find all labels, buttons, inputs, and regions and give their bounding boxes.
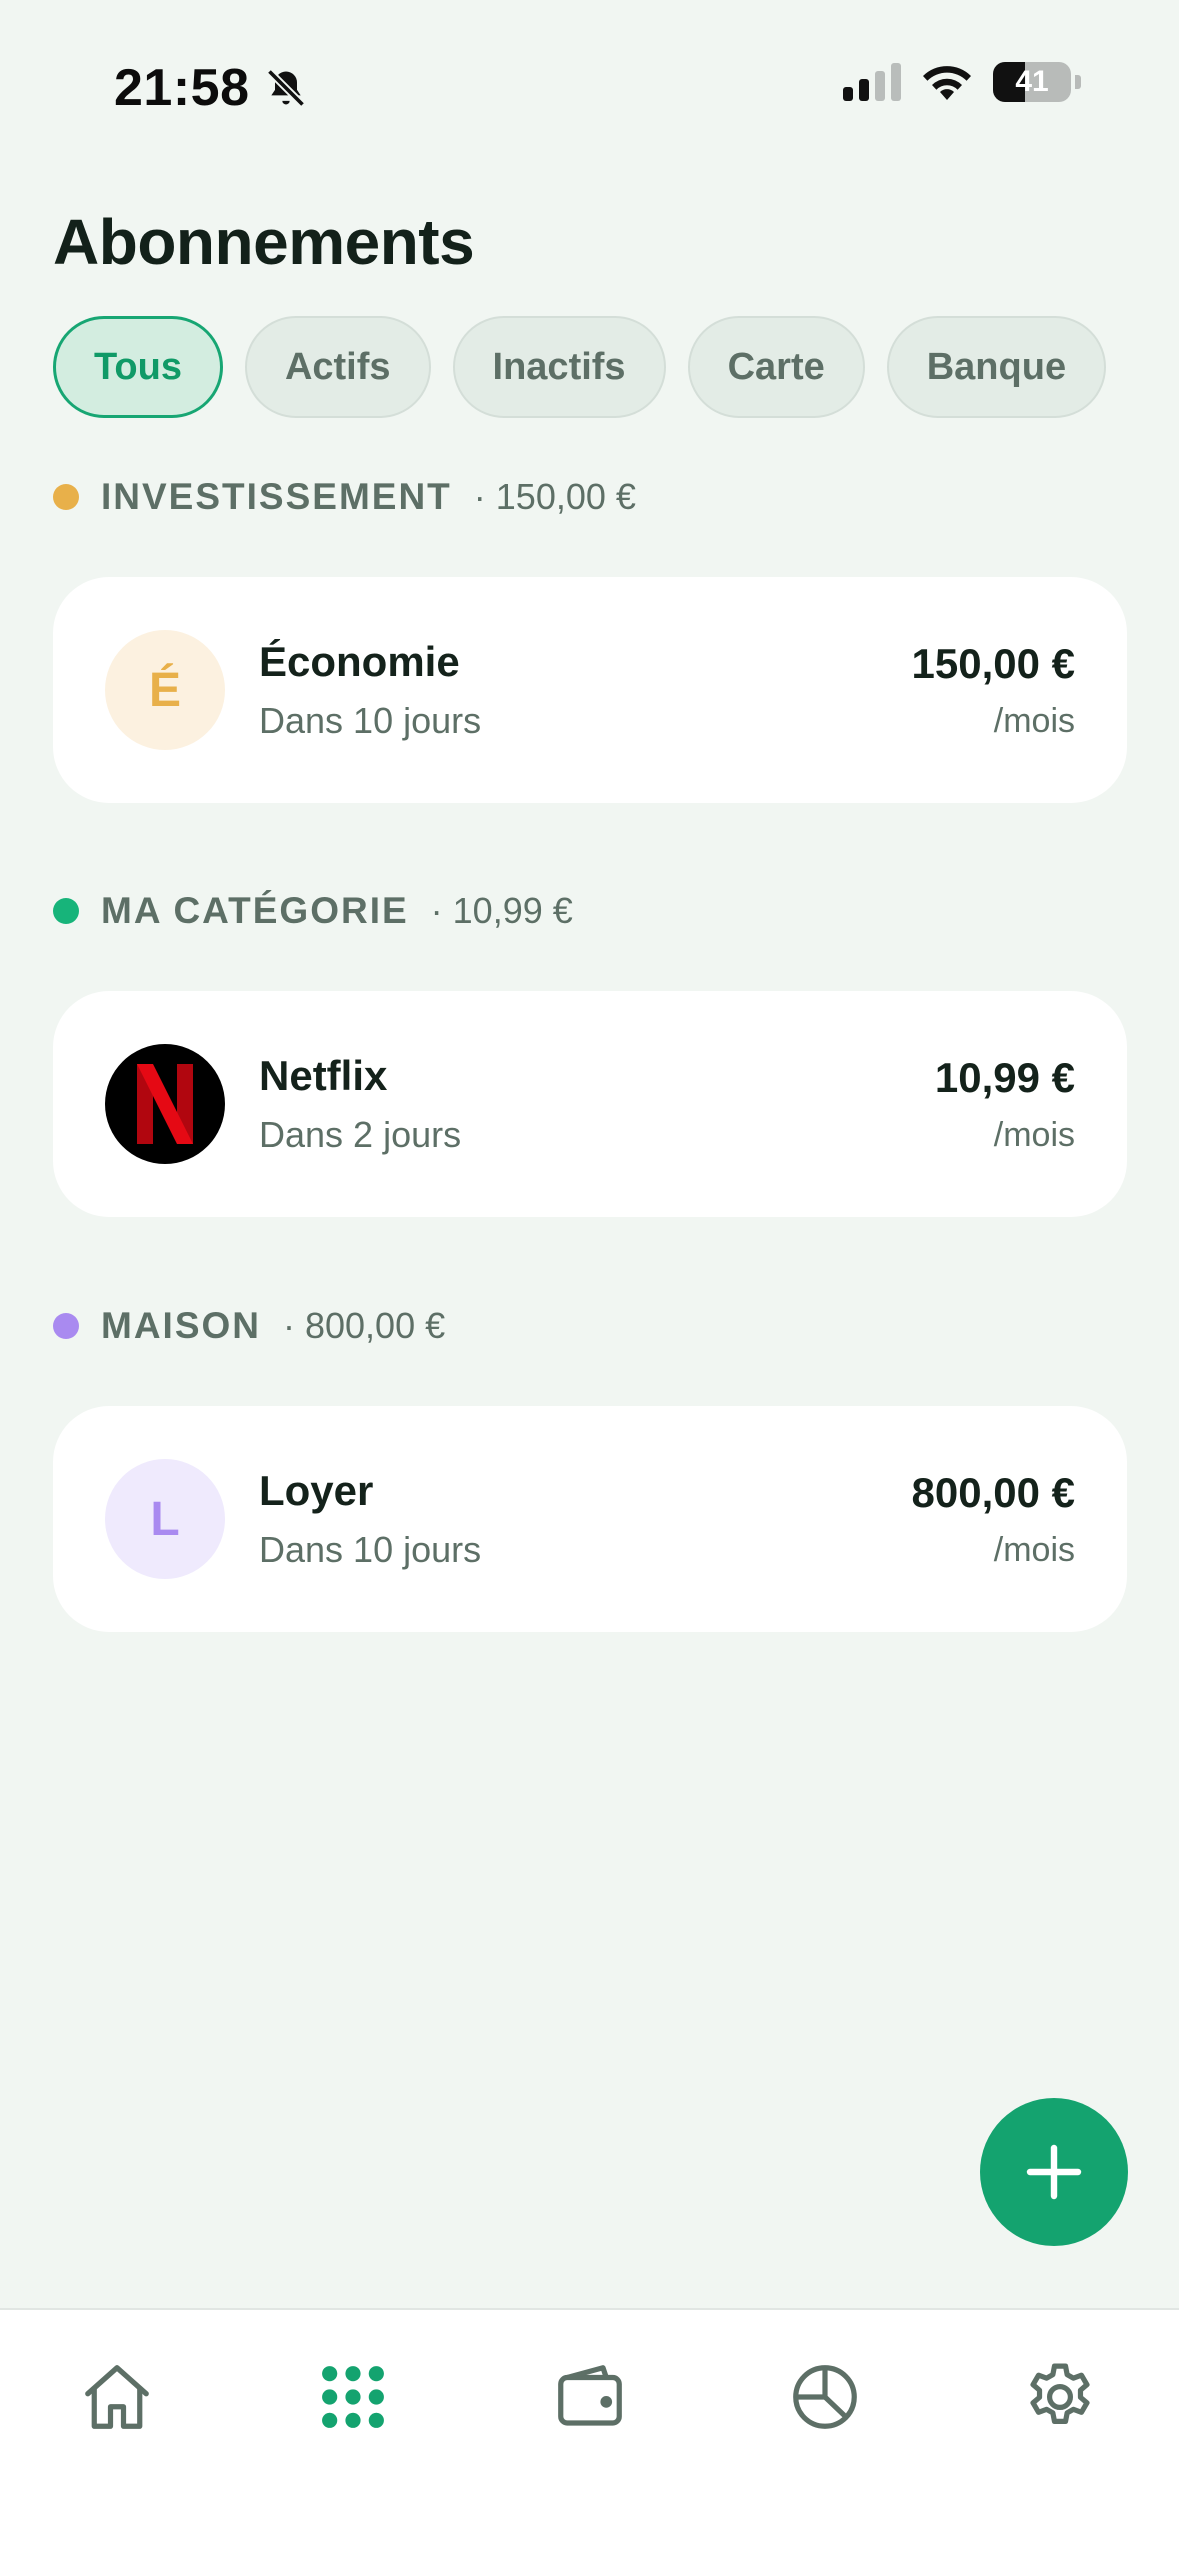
section-investissement: INVESTISSEMENT · 150,00 € É Économie Dan… (53, 467, 1127, 803)
category-dot (53, 484, 79, 510)
status-time-text: 21:58 (114, 59, 250, 117)
subscription-due: Dans 10 jours (259, 1529, 482, 1570)
section-total: · 150,00 € (473, 476, 636, 517)
subscription-period: /mois (993, 1115, 1075, 1154)
pie-chart-icon (793, 2365, 857, 2429)
section-maison: MAISON · 800,00 € L Loyer Dans 10 jours … (53, 1296, 1127, 1632)
filter-chip-carte[interactable]: Carte (687, 316, 865, 418)
status-bar: 21:58 41 (0, 0, 1179, 170)
section-ma-categorie: MA CATÉGORIE · 10,99 € Netflix Dans 2 jo… (53, 881, 1127, 1217)
battery-icon: 41 (993, 62, 1071, 102)
netflix-logo-icon (105, 1044, 225, 1164)
tab-wallet[interactable] (545, 2352, 635, 2442)
section-name: MA CATÉGORIE (101, 890, 409, 931)
subscription-name: Loyer (259, 1467, 374, 1514)
tab-subscriptions[interactable] (308, 2352, 398, 2442)
signal-icon (843, 63, 901, 101)
subscription-info: Netflix Dans 2 jours (259, 1052, 935, 1156)
section-header: MA CATÉGORIE · 10,99 € (53, 881, 1127, 941)
tab-settings[interactable] (1015, 2352, 1105, 2442)
grid-icon (322, 2366, 384, 2428)
category-dot (53, 898, 79, 924)
subscription-card-loyer[interactable]: L Loyer Dans 10 jours 800,00 € /mois (53, 1406, 1127, 1632)
netflix-n-icon (137, 1064, 193, 1144)
tab-home[interactable] (72, 2352, 162, 2442)
status-time: 21:58 (114, 58, 308, 118)
subscription-period: /mois (993, 701, 1075, 740)
subscription-card-netflix[interactable]: Netflix Dans 2 jours 10,99 € /mois (53, 991, 1127, 1217)
status-indicators: 41 (843, 62, 1081, 102)
section-name: MAISON (101, 1305, 261, 1346)
page-title: Abonnements (53, 206, 475, 278)
bell-muted-icon (266, 68, 305, 108)
subscription-due: Dans 10 jours (259, 700, 482, 741)
subscription-period: /mois (993, 1530, 1075, 1569)
battery-tip (1075, 75, 1081, 89)
subscription-info: Économie Dans 10 jours (259, 638, 912, 742)
avatar: L (105, 1459, 225, 1579)
wallet-icon (558, 2365, 622, 2426)
section-total: · 10,99 € (430, 890, 573, 931)
battery-level: 41 (1015, 65, 1049, 98)
category-dot (53, 1313, 79, 1339)
filter-chips: Tous Actifs Inactifs Carte Banque (53, 316, 1107, 418)
add-subscription-button[interactable] (980, 2098, 1128, 2246)
subscription-card-economie[interactable]: É Économie Dans 10 jours 150,00 € /mois (53, 577, 1127, 803)
section-name: INVESTISSEMENT (101, 476, 452, 517)
subscription-amount-block: 10,99 € /mois (935, 1054, 1075, 1155)
subscription-amount-block: 150,00 € /mois (912, 640, 1076, 741)
section-header: INVESTISSEMENT · 150,00 € (53, 467, 1127, 527)
subscription-info: Loyer Dans 10 jours (259, 1467, 912, 1571)
home-icon (85, 2365, 149, 2429)
gear-icon (1030, 2363, 1090, 2424)
subscription-due: Dans 2 jours (259, 1114, 462, 1155)
subscription-amount: 150,00 € (911, 639, 1076, 687)
section-total: · 800,00 € (283, 1305, 446, 1346)
plus-icon (1026, 2144, 1082, 2200)
subscription-amount-block: 800,00 € /mois (912, 1469, 1076, 1570)
tab-bar (0, 2308, 1179, 2556)
section-header: MAISON · 800,00 € (53, 1296, 1127, 1356)
tab-statistics[interactable] (780, 2352, 870, 2442)
subscription-name: Économie (259, 638, 460, 685)
avatar-initial: L (150, 1492, 180, 1546)
avatar: É (105, 630, 225, 750)
wifi-icon (923, 66, 971, 100)
filter-chip-banque[interactable]: Banque (886, 316, 1107, 418)
avatar-initial: É (148, 663, 181, 717)
filter-chip-actifs[interactable]: Actifs (244, 316, 431, 418)
subscription-name: Netflix (259, 1052, 388, 1099)
subscription-amount: 800,00 € (911, 1468, 1076, 1516)
subscription-amount: 10,99 € (934, 1053, 1075, 1101)
filter-chip-tous[interactable]: Tous (53, 316, 223, 418)
filter-chip-inactifs[interactable]: Inactifs (452, 316, 666, 418)
